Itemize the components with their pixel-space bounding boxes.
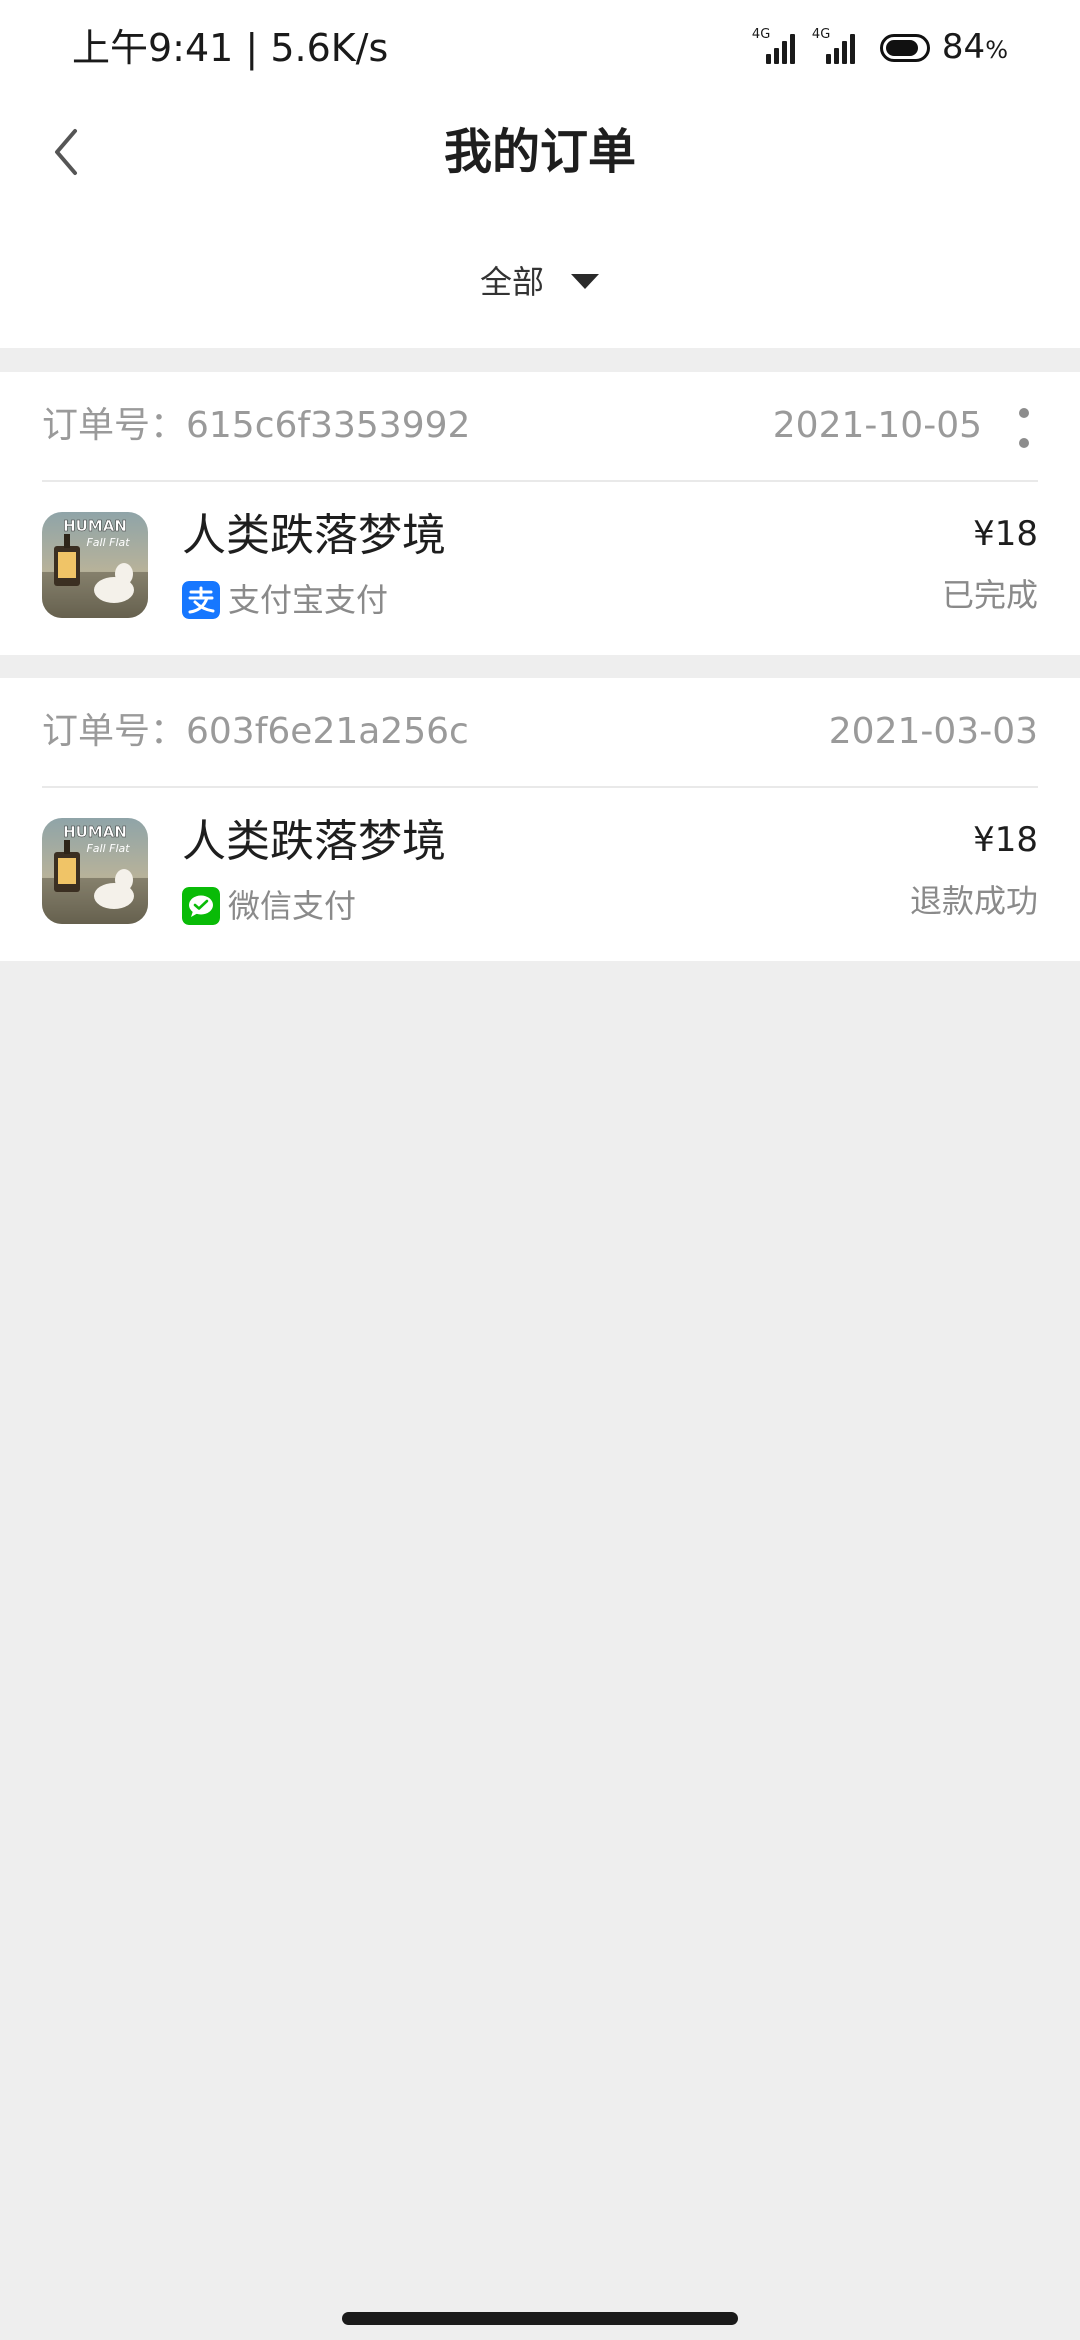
order-number: 订单号：603f6e21a256c — [42, 711, 469, 752]
order-status: 退款成功 — [909, 882, 1038, 920]
more-dot — [1019, 408, 1029, 418]
payment-method-label: 支付宝支付 — [228, 581, 389, 619]
payment-method: 微信支付 — [182, 886, 356, 926]
more-options-button[interactable] — [1018, 408, 1030, 448]
order-card[interactable]: 订单号：615c6f3353992 2021-10-05 HUMAN Fall … — [0, 372, 1080, 655]
filter-dropdown[interactable]: 全部 — [0, 262, 1080, 302]
home-indicator[interactable] — [342, 2312, 738, 2325]
caret-down-icon — [571, 274, 599, 289]
signal-4g-icon: 4G — [752, 28, 800, 68]
order-date: 2021-03-03 — [828, 711, 1038, 752]
game-icon: HUMAN Fall Flat — [42, 512, 148, 618]
alipay-icon — [182, 581, 220, 619]
order-body: HUMAN Fall Flat 人类跌落梦境 支付宝支付 ¥18 已完成 — [42, 482, 1038, 655]
clock: 上午9:41 — [72, 26, 234, 70]
status-indicators: 4G 4G 84% — [752, 24, 1008, 72]
order-header: 订单号：603f6e21a256c 2021-03-03 — [42, 678, 1038, 788]
more-dot — [1019, 438, 1029, 448]
battery-percent: 84% — [942, 23, 1008, 74]
status-time: 上午9:41 | 5.6K/s — [72, 26, 389, 70]
network-speed: 5.6K/s — [270, 26, 389, 70]
page-title: 我的订单 — [443, 124, 636, 180]
order-status: 已完成 — [941, 576, 1038, 614]
game-logo-text: HUMAN — [63, 823, 127, 841]
battery-value: 84 — [941, 26, 986, 67]
game-logo-text: HUMAN — [63, 517, 127, 535]
order-body: HUMAN Fall Flat 人类跌落梦境 微信支付 ¥18 退款成功 — [42, 788, 1038, 961]
battery-unit: % — [985, 35, 1008, 64]
signal-label: 4G — [751, 27, 771, 42]
signal-4g-icon: 4G — [812, 28, 860, 68]
payment-method: 支付宝支付 — [182, 580, 388, 620]
order-price: ¥18 — [973, 820, 1038, 860]
filter-selected-label: 全部 — [479, 263, 544, 301]
order-card[interactable]: 订单号：603f6e21a256c 2021-03-03 HUMAN Fall … — [0, 678, 1080, 961]
order-header: 订单号：615c6f3353992 2021-10-05 — [42, 372, 1038, 482]
navigation-bar: 我的订单 — [0, 100, 1080, 204]
order-number: 订单号：615c6f3353992 — [42, 405, 471, 446]
game-name: 人类跌落梦境 — [182, 816, 446, 867]
order-date: 2021-10-05 — [772, 405, 982, 446]
battery-icon — [879, 34, 930, 62]
battery-fill — [885, 40, 918, 56]
signal-label: 4G — [811, 27, 831, 42]
status-bar: 上午9:41 | 5.6K/s 4G 4G 84% — [0, 0, 1080, 100]
game-logo-subtext: Fall Flat — [86, 842, 130, 855]
game-logo-subtext: Fall Flat — [86, 536, 130, 549]
payment-method-label: 微信支付 — [228, 887, 357, 925]
game-name: 人类跌落梦境 — [182, 510, 446, 561]
game-icon: HUMAN Fall Flat — [42, 818, 148, 924]
order-price: ¥18 — [973, 514, 1038, 554]
wechat-pay-icon — [182, 887, 220, 925]
